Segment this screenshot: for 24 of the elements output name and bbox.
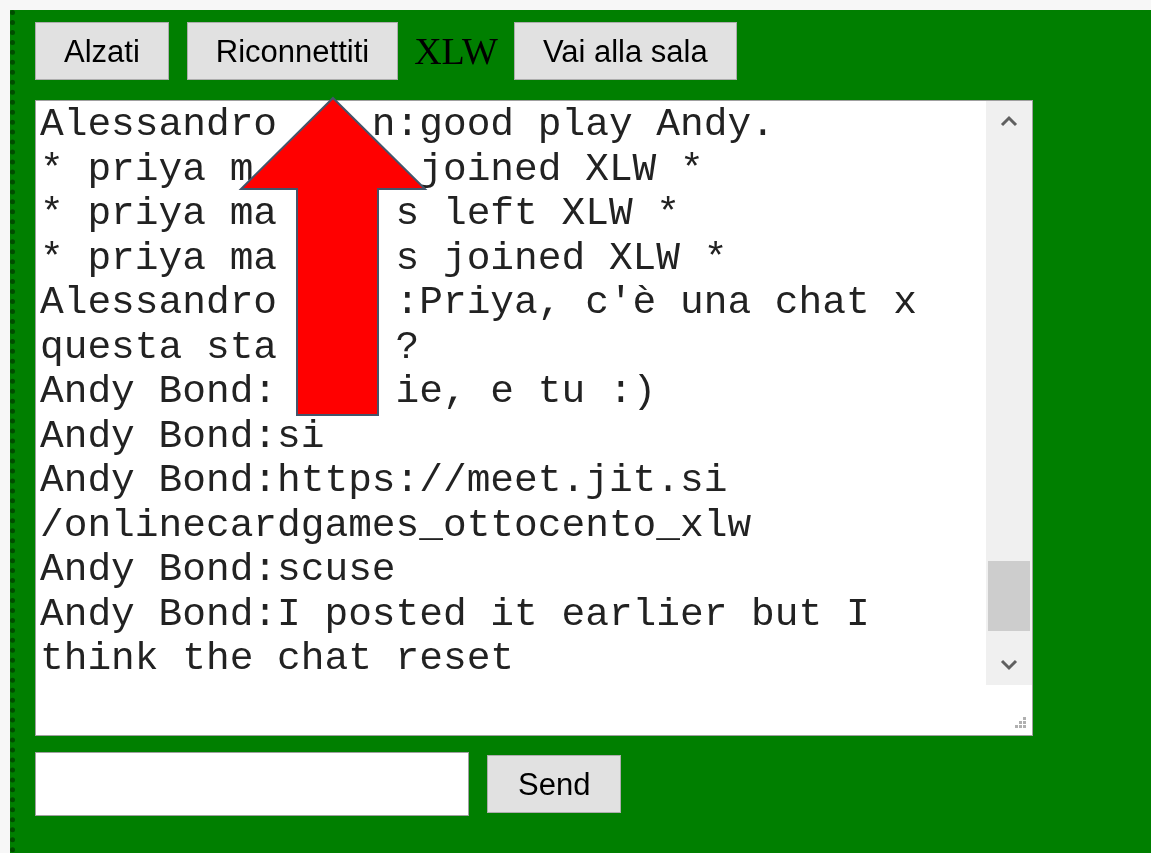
chat-message: Andy Bond:I posted it earlier but I [40, 592, 870, 637]
toolbar-button[interactable]: Alzati [35, 22, 169, 80]
chat-message: /onlinecardgames_ottocento_xlw [40, 503, 752, 548]
chat-message: Alessandro :Priya, c'è una chat x [40, 281, 918, 326]
resize-grip-icon[interactable] [1014, 717, 1026, 729]
chat-message: Andy Bond:scuse [40, 548, 396, 593]
chat-message: Andy Bond:https://meet.jit.si [40, 459, 728, 504]
scroll-down-icon[interactable] [1000, 659, 1018, 671]
chat-message: questa sta ? [40, 325, 420, 370]
scrollbar-thumb[interactable] [988, 561, 1030, 631]
room-button[interactable]: Vai alla sala [513, 22, 737, 80]
toolbar-button[interactable]: Riconnettiti [186, 22, 399, 80]
message-input[interactable] [35, 752, 469, 816]
chat-message: * priya ma s joined XLW * [40, 236, 728, 281]
chat-message: * priya m joined XLW * [40, 147, 704, 192]
send-button[interactable]: Send [487, 755, 622, 813]
chat-message: Alessandro n:good play Andy. [40, 103, 775, 148]
chat-message: Andy Bond: ie, e tu :) [40, 370, 657, 415]
scrollbar[interactable] [986, 101, 1032, 685]
chat-message: * priya ma s left XLW * [40, 192, 680, 237]
table-name: XLW [414, 28, 498, 74]
chat-message: Andy Bond:si [40, 414, 325, 459]
scroll-up-icon[interactable] [1000, 115, 1018, 127]
chat-message: think the chat reset [40, 637, 515, 682]
